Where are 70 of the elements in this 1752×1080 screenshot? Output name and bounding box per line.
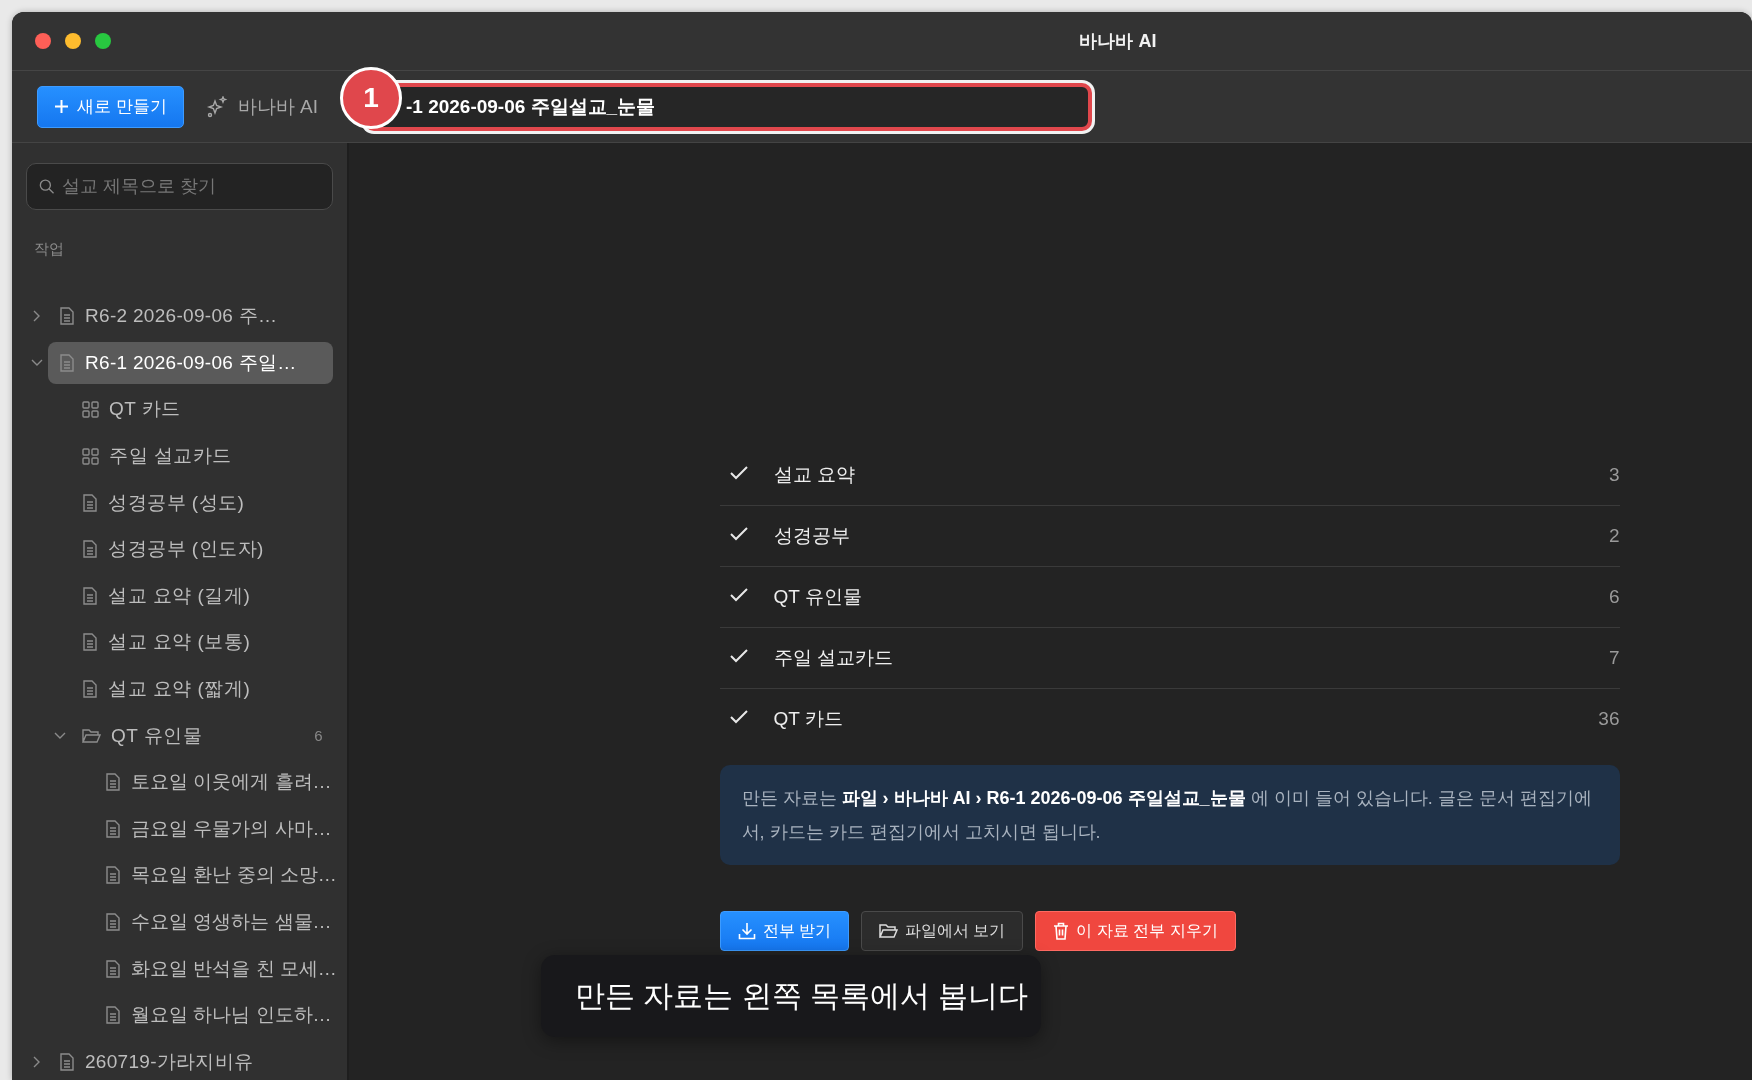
ai-button[interactable]: 바나바 AI: [205, 93, 318, 120]
section-label: 작업: [34, 240, 65, 259]
document-icon: [59, 353, 75, 372]
document-icon: [82, 493, 98, 512]
document-icon: [82, 586, 98, 605]
category-count: 7: [1608, 647, 1620, 669]
chevron-right-icon[interactable]: [33, 310, 41, 323]
sidebar-item[interactable]: 설교 요약 (길게): [71, 574, 333, 617]
notice-text: 만든 자료는 파일 › 바나바 AI › R6-1 2026-09-06 주일설교_눈물 에 이미 들어 있습니다. 글은 문서 편집기에서, 카드는 카드 편집기에서 고치시면 됩니다.: [719, 765, 1620, 865]
sidebar-item[interactable]: 월요일 하나님 인도하…: [94, 994, 333, 1037]
category-label: 설교 요약: [773, 463, 856, 487]
sidebar-item[interactable]: 주일 설교카드: [71, 435, 333, 478]
download-icon: [737, 922, 756, 940]
zoom-button[interactable]: [95, 33, 111, 49]
category-label: QT 카드: [773, 707, 844, 731]
document-icon: [82, 633, 98, 652]
category-count: 36: [1598, 708, 1620, 730]
sidebar-item[interactable]: 토요일 이웃에게 흘려…: [94, 761, 333, 804]
chevron-right-icon[interactable]: [33, 1055, 41, 1068]
action-button[interactable]: 전부 받기: [719, 911, 849, 951]
folder-icon: [82, 727, 101, 744]
trash-icon: [1053, 922, 1070, 940]
sidebar-item[interactable]: 설교 요약 (짧게): [71, 668, 333, 711]
window-title: 바나바 AI: [1079, 31, 1157, 51]
search-input[interactable]: 설교 제목으로 찾기: [60, 175, 320, 198]
category-label: 주일 설교카드: [773, 646, 894, 670]
sidebar-item[interactable]: 금요일 우물가의 사마…: [94, 807, 333, 850]
folder-icon: [878, 923, 898, 939]
close-button[interactable]: [35, 33, 51, 49]
sidebar-item[interactable]: 설교 요약 (보통): [71, 621, 333, 664]
category-count: 3: [1608, 464, 1620, 486]
sidebar-item[interactable]: 260719-가라지비유: [48, 1040, 333, 1080]
sidebar-item[interactable]: 수요일 영생하는 샘물…: [94, 901, 333, 943]
chevron-down-icon[interactable]: [54, 731, 66, 740]
chevron-down-icon[interactable]: [31, 358, 43, 367]
document-icon: [105, 773, 121, 792]
grid-icon: [82, 447, 99, 465]
document-icon: [105, 1006, 121, 1025]
category-count: 6: [1608, 586, 1620, 608]
document-icon: [105, 819, 121, 838]
sidebar-item[interactable]: R6-2 2026-09-06 주…: [48, 295, 333, 338]
plus-icon: [54, 99, 69, 114]
action-button[interactable]: 파일에서 보기: [860, 911, 1024, 951]
sidebar-item[interactable]: QT 카드: [71, 388, 333, 431]
tooltip: 만든 자료는 왼쪽 목록에서 봅니다: [541, 955, 1041, 1037]
document-icon: [105, 866, 121, 885]
document-icon: [82, 680, 98, 699]
document-icon: [59, 1052, 75, 1071]
new-button[interactable]: 새로 만들기: [37, 85, 184, 128]
item-count: 6: [314, 727, 323, 745]
category-label: QT 유인물: [773, 585, 863, 609]
search-icon: [39, 178, 55, 195]
search-field[interactable]: 설교 제목으로 찾기: [26, 163, 333, 210]
document-icon: [105, 959, 121, 978]
sidebar-item[interactable]: 성경공부 (인도자): [71, 528, 333, 571]
category-label: 성경공부: [773, 524, 851, 548]
action-button[interactable]: 이 자료 전부 지우기: [1035, 911, 1236, 951]
grid-icon: [82, 401, 99, 418]
minimize-button[interactable]: [65, 33, 81, 49]
document-icon: [82, 540, 98, 559]
sidebar-item[interactable]: QT 유인물 6: [71, 714, 333, 757]
sidebar-item[interactable]: 목요일 환난 중의 소망…: [94, 854, 333, 897]
sidebar-item[interactable]: 성경공부 (성도): [71, 481, 333, 524]
category-count: 2: [1608, 525, 1620, 547]
title-input[interactable]: -1 2026-09-06 주일설교_눈물: [403, 94, 1088, 119]
sidebar-item[interactable]: 화요일 반석을 친 모세…: [94, 947, 333, 990]
document-icon: [105, 913, 121, 931]
sidebar-item[interactable]: R6-1 2026-09-06 주일…: [48, 341, 333, 384]
document-icon: [59, 307, 75, 326]
sparkle-icon: [205, 95, 228, 118]
